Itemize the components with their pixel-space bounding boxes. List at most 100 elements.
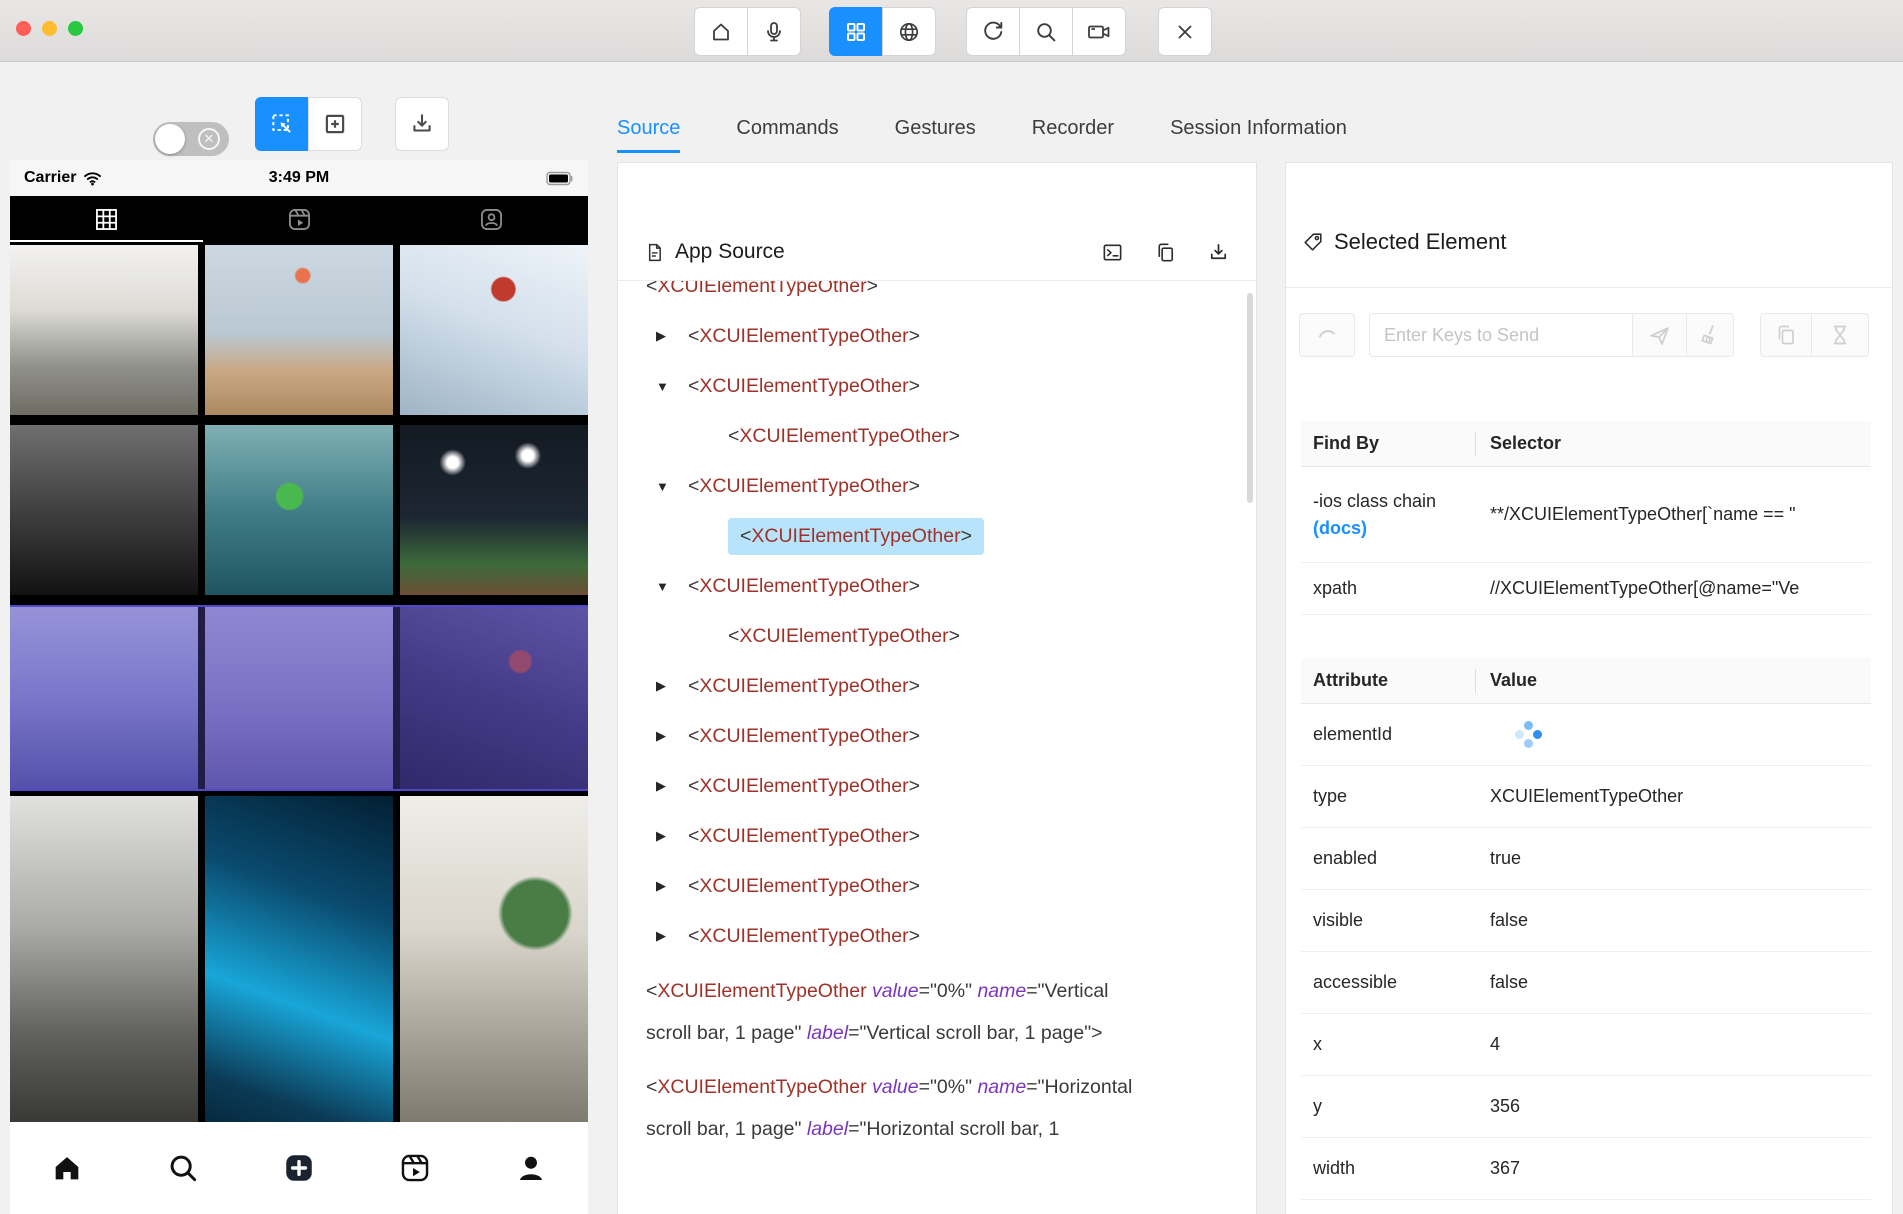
globe-button[interactable]	[882, 7, 936, 56]
home-icon	[709, 20, 733, 44]
close-window-button[interactable]	[16, 21, 31, 36]
tree-node[interactable]: <XCUIElementTypeOther>	[646, 281, 1230, 311]
copy-attributes-button[interactable]	[1760, 313, 1812, 357]
search-nav-icon[interactable]	[166, 1151, 200, 1185]
terminal-icon[interactable]	[1101, 241, 1124, 264]
profile-tab-reels[interactable]	[203, 196, 396, 242]
tab-recorder[interactable]: Recorder	[1032, 117, 1114, 140]
tree-node-tag: <XCUIElementTypeOther>	[688, 725, 920, 748]
caret-right-icon[interactable]: ▶	[656, 878, 688, 894]
tagged-photos-icon	[478, 206, 505, 233]
tree-leaf-node[interactable]: <XCUIElementTypeOther value="0%" name="H…	[646, 1066, 1146, 1150]
profile-tab-grid[interactable]	[10, 196, 203, 242]
send-keys-button[interactable]	[1633, 313, 1687, 357]
photo-baseball-stadium-night[interactable]	[400, 425, 588, 595]
tab-source[interactable]: Source	[617, 117, 680, 140]
microphone-button[interactable]	[747, 7, 801, 56]
appium-inspector-window: { "chrome": { "traffic_lights": ["#ff5f5…	[0, 0, 1903, 1214]
attribute-value	[1476, 721, 1871, 748]
apps-grid-button[interactable]	[829, 7, 883, 56]
element-actions	[1299, 313, 1876, 357]
document-icon	[644, 242, 665, 263]
tab-commands[interactable]: Commands	[736, 117, 838, 140]
photo-skier-red-helmet[interactable]	[400, 245, 588, 415]
search-elements-button[interactable]	[1019, 7, 1073, 56]
tap-element-button[interactable]	[1299, 313, 1355, 357]
attribute-value: 367	[1476, 1158, 1871, 1179]
reels-nav-icon[interactable]	[398, 1151, 432, 1185]
attribute-name: x	[1301, 1034, 1476, 1055]
photo-weightlifter[interactable]	[400, 607, 588, 789]
tree-node[interactable]: ▶<XCUIElementTypeOther>	[646, 311, 1230, 361]
photo-sprinters-bw[interactable]	[10, 796, 198, 1122]
selected-element-title: Selected Element	[1334, 229, 1506, 255]
new-post-nav-icon[interactable]	[282, 1151, 316, 1185]
copy-source-icon[interactable]	[1154, 241, 1177, 264]
photo-swimmer-green-cap[interactable]	[205, 425, 393, 595]
tree-node[interactable]: ▶<XCUIElementTypeOther>	[646, 711, 1230, 761]
home-button[interactable]	[694, 7, 748, 56]
attribute-name: elementId	[1301, 724, 1476, 745]
photo-track-lanes[interactable]	[10, 607, 198, 789]
tree-node-selected[interactable]: <XCUIElementTypeOther>	[646, 511, 1230, 561]
attribute-value: false	[1476, 910, 1871, 931]
device-time: 3:49 PM	[10, 169, 588, 187]
tree-node[interactable]: ▼<XCUIElementTypeOther>	[646, 561, 1230, 611]
attribute-name: visible	[1301, 910, 1476, 931]
download-screenshot-button[interactable]	[395, 97, 449, 151]
swipe-by-coordinates-button[interactable]	[308, 97, 362, 151]
clear-keys-button[interactable]	[1687, 313, 1734, 357]
photo-beach-basketball[interactable]	[205, 245, 393, 415]
tree-node[interactable]: <XCUIElementTypeOther>	[646, 411, 1230, 461]
tree-node[interactable]: ▶<XCUIElementTypeOther>	[646, 911, 1230, 961]
download-source-icon[interactable]	[1207, 241, 1230, 264]
tab-session-information[interactable]: Session Information	[1170, 117, 1347, 140]
docs-link[interactable]: (docs)	[1313, 518, 1476, 539]
tree-node-tag: <XCUIElementTypeOther>	[688, 325, 920, 348]
tree-node[interactable]: ▶<XCUIElementTypeOther>	[646, 761, 1230, 811]
send-keys-input[interactable]	[1369, 313, 1633, 357]
device-screenshot[interactable]: Carrier 3:49 PM	[10, 160, 588, 1214]
tree-node[interactable]: ▶<XCUIElementTypeOther>	[646, 811, 1230, 861]
photo-foggy-running-track[interactable]	[10, 245, 198, 415]
caret-right-icon[interactable]: ▶	[656, 928, 688, 944]
search-icon	[1034, 20, 1058, 44]
screen-recording-button[interactable]	[1072, 7, 1126, 56]
caret-down-icon[interactable]: ▼	[656, 479, 688, 494]
tree-leaf-node[interactable]: <XCUIElementTypeOther value="0%" name="V…	[646, 970, 1146, 1054]
tree-node[interactable]: <XCUIElementTypeOther>	[646, 611, 1230, 661]
refresh-button[interactable]	[966, 7, 1020, 56]
photo-grass-field[interactable]	[205, 607, 393, 789]
zoom-window-button[interactable]	[68, 21, 83, 36]
attribute-value: 356	[1476, 1096, 1871, 1117]
caret-down-icon[interactable]: ▼	[656, 579, 688, 594]
refresh-icon	[981, 20, 1005, 44]
source-scrollbar[interactable]	[1247, 293, 1253, 503]
select-elements-button[interactable]	[255, 97, 309, 151]
photo-server-lights-blue[interactable]	[205, 796, 393, 1122]
caret-right-icon[interactable]: ▶	[656, 728, 688, 744]
tree-node-tag: <XCUIElementTypeOther>	[688, 825, 920, 848]
profile-nav-icon[interactable]	[514, 1151, 548, 1185]
caret-right-icon[interactable]: ▶	[656, 328, 688, 344]
screenshot-interaction-toggle[interactable]: ✕	[153, 122, 229, 156]
photo-desk-plant[interactable]	[400, 796, 588, 1122]
profile-tab-tagged[interactable]	[395, 196, 588, 242]
minimize-window-button[interactable]	[42, 21, 57, 36]
photo-basketball-dunk[interactable]	[10, 425, 198, 595]
tree-node[interactable]: ▶<XCUIElementTypeOther>	[646, 661, 1230, 711]
device-status-bar: Carrier 3:49 PM	[10, 160, 588, 196]
copy-icon	[1774, 323, 1798, 347]
tab-gestures[interactable]: Gestures	[895, 117, 976, 140]
reels-icon	[286, 206, 313, 233]
tree-node[interactable]: ▼<XCUIElementTypeOther>	[646, 461, 1230, 511]
home-nav-icon[interactable]	[50, 1151, 84, 1185]
tree-node[interactable]: ▼<XCUIElementTypeOther>	[646, 361, 1230, 411]
wait-for-element-button[interactable]	[1812, 313, 1869, 357]
quit-session-button[interactable]	[1158, 7, 1212, 56]
tree-node[interactable]: ▶<XCUIElementTypeOther>	[646, 861, 1230, 911]
caret-down-icon[interactable]: ▼	[656, 379, 688, 394]
caret-right-icon[interactable]: ▶	[656, 778, 688, 794]
caret-right-icon[interactable]: ▶	[656, 678, 688, 694]
caret-right-icon[interactable]: ▶	[656, 828, 688, 844]
